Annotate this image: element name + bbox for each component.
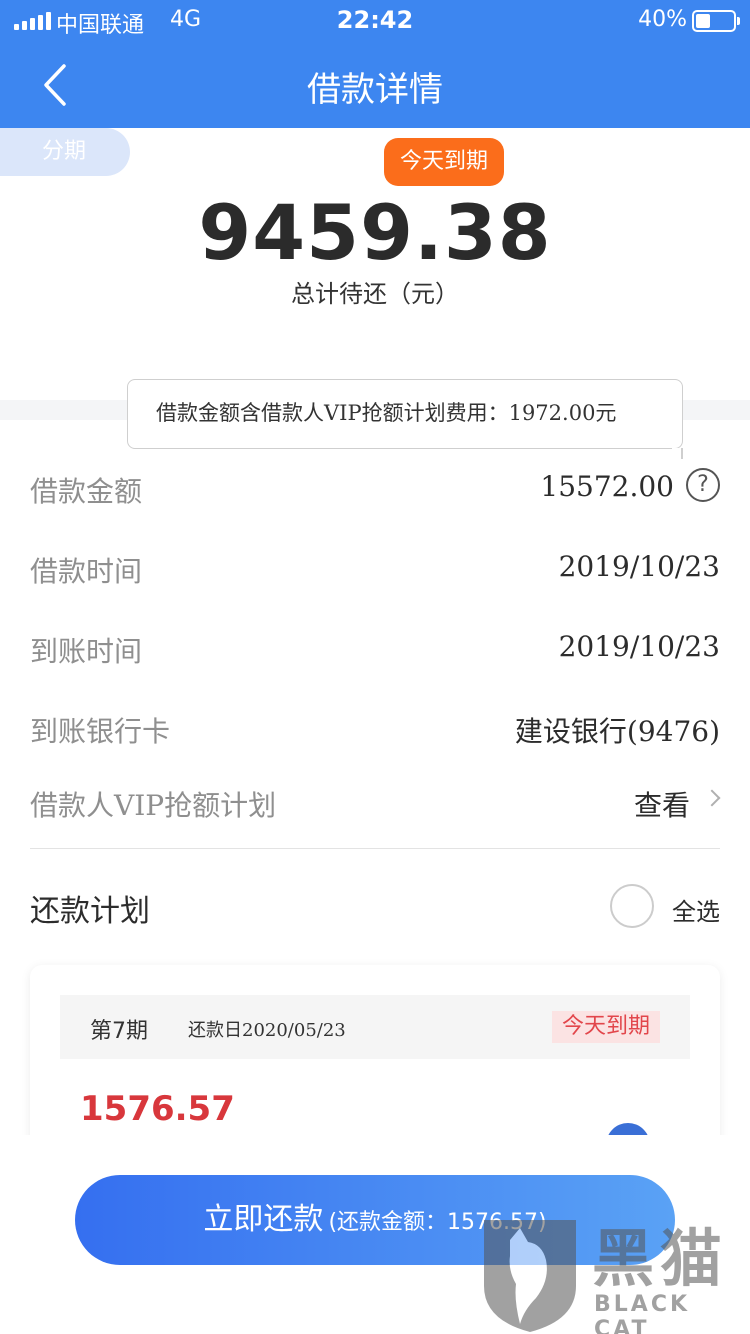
row-loan-amount: 借款金额 15572.00 ?	[30, 458, 720, 518]
vip-plan-label: 借款人VIP抢额计划	[30, 789, 277, 822]
question-circle-icon[interactable]: ?	[686, 468, 720, 502]
bank-card-value: 建设银行(9476)	[514, 715, 720, 748]
installment-amount: 1576.57	[80, 1089, 235, 1129]
arrival-time-value: 2019/10/23	[558, 630, 720, 663]
loan-summary: 分期 今天到期 9459.38 总计待还（元）	[0, 128, 750, 400]
period-label: 第7期	[90, 1019, 148, 1044]
select-all-toggle[interactable]: 全选	[600, 884, 720, 930]
total-amount-label: 总计待还（元）	[291, 280, 459, 308]
loan-time-value: 2019/10/23	[558, 550, 720, 583]
black-cat-logo-icon	[484, 1220, 576, 1332]
due-today-tag: 今天到期	[551, 1011, 660, 1043]
divider	[30, 848, 720, 849]
row-arrival-time: 到账时间 2019/10/23	[30, 618, 720, 678]
row-bank-card: 到账银行卡 建设银行(9476)	[30, 698, 720, 758]
due-today-badge: 今天到期	[384, 138, 504, 186]
loan-time-label: 借款时间	[30, 555, 143, 588]
select-all-label: 全选	[672, 898, 720, 926]
battery-percent: 40%	[638, 7, 687, 32]
arrival-time-label: 到账时间	[30, 635, 143, 668]
tooltip-text: 借款金额含借款人VIP抢额计划费用：1972.00元	[156, 401, 617, 425]
repay-now-label: 立即还款	[203, 1202, 324, 1237]
row-vip-plan[interactable]: 借款人VIP抢额计划 查看	[30, 772, 721, 832]
radio-icon	[610, 884, 654, 928]
plan-card-header: 第7期 还款日2020/05/23 今天到期	[60, 995, 690, 1059]
watermark-cn: 黑猫	[592, 1222, 729, 1295]
total-amount: 9459.38	[198, 188, 552, 277]
due-date: 还款日2020/05/23	[188, 1020, 346, 1041]
loan-amount-value: 15572.00	[540, 470, 674, 503]
installment-tag: 分期	[0, 128, 130, 176]
watermark: 黑猫 BLACK CAT	[480, 1200, 750, 1334]
loan-amount-label: 借款金额	[30, 475, 143, 508]
chevron-right-icon	[703, 789, 721, 807]
nav-bar: 借款详情	[0, 42, 750, 128]
repayment-plan-title: 还款计划	[30, 894, 150, 929]
watermark-en: BLACK CAT	[594, 1292, 691, 1334]
loan-amount-tooltip: 借款金额含借款人VIP抢额计划费用：1972.00元	[127, 379, 683, 459]
battery-icon	[692, 10, 740, 32]
bank-card-label: 到账银行卡	[30, 715, 171, 748]
row-loan-time: 借款时间 2019/10/23	[30, 538, 720, 598]
page-title: 借款详情	[307, 70, 443, 110]
vip-plan-link[interactable]: 查看	[634, 784, 690, 824]
status-bar: 中国联通 4G 22:42 40%	[0, 0, 750, 42]
